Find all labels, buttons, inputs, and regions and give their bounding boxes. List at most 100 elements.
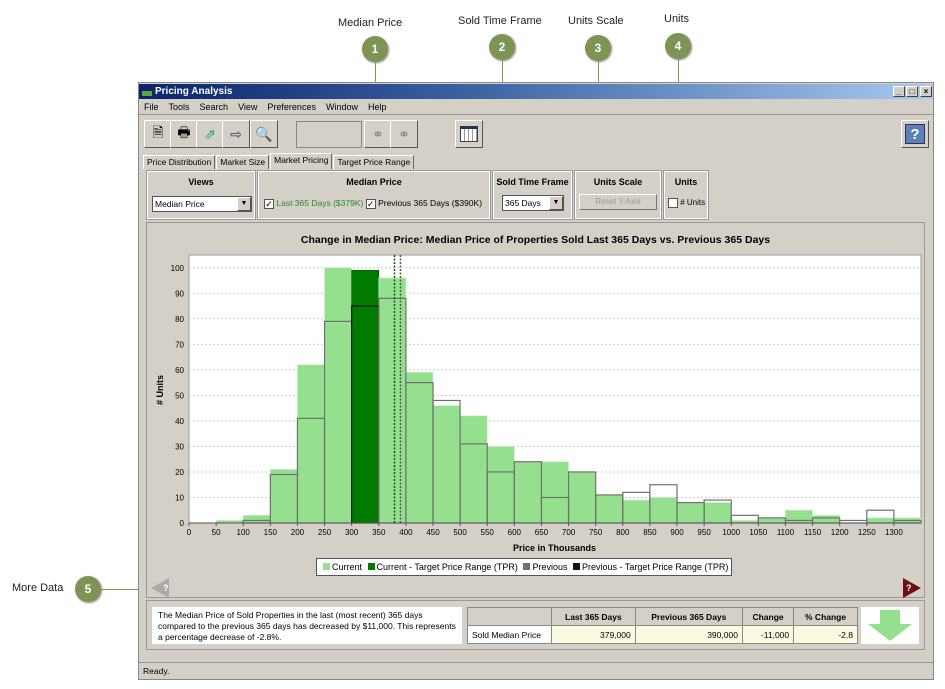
menu-tools[interactable]: Tools [164,100,195,114]
window-title: Pricing Analysis [155,86,233,97]
callout-label-median-price: Median Price [338,17,403,29]
callout-4: 4 [665,33,691,59]
tab-market-size[interactable]: Market Size [216,155,270,169]
maximize-button[interactable]: □ [906,86,918,97]
export-button[interactable]: ⇨ [222,120,250,148]
y-tick-label: 60 [175,366,184,375]
current-bar [297,364,325,524]
callout-label-units-scale: Units Scale [568,15,624,27]
current-bar [405,372,434,524]
x-tick-label: 850 [643,528,657,537]
grid-button[interactable] [455,120,483,148]
close-button[interactable]: × [920,86,932,97]
x-tick-label: 1250 [858,528,876,537]
histogram-chart: 01020304050607080901000 50 100 150 200 250 300… [171,254,922,537]
menu-preferences[interactable]: Preferences [262,100,321,114]
current-bar [622,499,651,524]
x-tick-label: 1050 [749,528,767,537]
menu-file[interactable]: File [139,100,164,114]
print-preview-icon: 🗎 [152,124,164,140]
export-chart-button[interactable]: ⇗ [196,120,224,148]
menu-view[interactable]: View [233,100,262,114]
chart-legend: Current Current - Target Price Range (TP… [316,558,733,576]
minimize-button[interactable]: _ [893,86,905,97]
median-price-title: Median Price [346,177,402,187]
callout-5: 5 [75,576,101,602]
print-preview-button[interactable]: 🗎 [144,120,172,148]
binoculars-next-icon: ⚭ [398,125,410,142]
time-frame-value: 365 Days [505,198,541,208]
current-bar [812,515,840,524]
x-tick-label: 350 [372,528,386,537]
chevron-down-icon: ▼ [237,197,251,211]
sold-time-frame-group: Sold Time Frame 365 Days ▼ [492,170,573,220]
print-button[interactable]: 🖶 [170,120,198,148]
header-previous-365: Previous 365 Days [634,607,743,626]
reset-y-axis-button[interactable]: Reset Y-Axis [579,194,657,210]
menu-help[interactable]: Help [363,100,392,114]
callout-2: 2 [489,34,515,60]
more-data-next-button[interactable]: ? [903,578,923,598]
current-bar [514,461,542,524]
views-value: Median Price [155,199,205,209]
y-tick-label: 10 [175,493,184,502]
menu-search[interactable]: Search [195,100,234,114]
y-tick-label: 40 [175,417,184,426]
more-data-previous-button[interactable]: ? [151,578,171,598]
x-tick-label: 1200 [831,528,849,537]
help-icon: ? [905,124,925,144]
chevron-down-icon: ▼ [549,196,563,210]
menu-bar: File Tools Search View Preferences Windo… [139,100,391,114]
x-tick-label: 750 [589,528,603,537]
y-tick-label: 100 [171,264,185,273]
current-bar [270,469,298,524]
current-bar [378,277,407,524]
previous-365-checkbox[interactable]: ✓ [365,198,376,209]
x-axis-label: Price in Thousands [512,543,597,553]
x-tick-label: 0 [187,528,192,537]
current-bar [866,517,895,524]
units-scale-group: Units Scale Reset Y-Axis [574,170,662,220]
units-label: # Units [680,198,706,208]
cell-change: -11,000 [741,625,795,644]
current-bar [785,509,813,524]
find-button[interactable]: 🔍 [250,120,278,148]
current-bar [595,494,624,524]
views-group: Views Median Price ▼ [146,170,256,220]
tab-market-pricing[interactable]: Market Pricing [270,153,333,169]
binoculars-icon: ⚭ [372,125,384,142]
table-row: Sold Median Price 379,000 390,000 -11,000 -2… [467,625,858,644]
x-tick-label: 1100 [777,528,795,537]
menu-window[interactable]: Window [321,100,363,114]
units-group: Units # Units [663,170,709,220]
y-tick-label: 20 [175,468,184,477]
cell-last-365: 379,000 [551,625,636,644]
find-icon: 🔍 [255,125,273,142]
cell-previous-365: 390,000 [634,625,743,644]
x-tick-label: 650 [535,528,549,537]
last-365-checkbox[interactable]: ✓ [264,198,274,209]
current-bar [486,446,515,524]
x-tick-label: 1000 [722,528,740,537]
help-button[interactable]: ? [901,120,929,148]
legend-previous-tpr: Previous - Target Price Range (TPR) [581,562,729,572]
search-input[interactable] [296,121,362,148]
current-bar [703,502,732,524]
grid-icon [460,126,478,142]
tab-target-price-range[interactable]: Target Price Range [333,155,415,169]
header-blank [467,607,552,626]
x-tick-label: 500 [453,528,467,537]
y-tick-label: 80 [175,315,184,324]
time-frame-select[interactable]: 365 Days ▼ [502,195,564,211]
units-checkbox[interactable] [668,198,678,208]
x-tick-label: 800 [616,528,630,537]
current-bar [432,405,461,524]
views-select[interactable]: Median Price ▼ [152,196,252,212]
find-previous-button[interactable]: ⚭ [364,120,392,148]
x-tick-label: 600 [508,528,522,537]
export-chart-icon: ⇗ [204,125,216,142]
tab-price-distribution[interactable]: Price Distribution [143,155,216,169]
find-next-button[interactable]: ⚭ [390,120,418,148]
x-tick-label: 50 [212,528,221,537]
legend-current: Current [332,562,363,572]
